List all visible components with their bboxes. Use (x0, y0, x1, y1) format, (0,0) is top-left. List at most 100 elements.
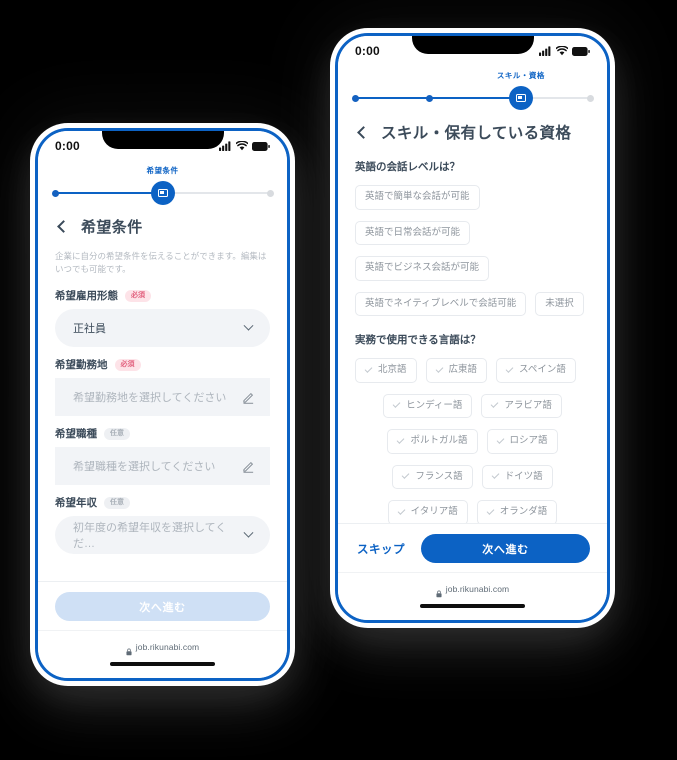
lock-icon (436, 585, 442, 597)
stepper-track-done (355, 97, 521, 99)
check-icon (392, 400, 401, 409)
chip-label: ヒンディー語 (406, 399, 463, 411)
stepper-track (338, 85, 607, 111)
status-bar: 0:00 (338, 36, 607, 66)
desired-salary-select[interactable]: 初年度の希望年収を選択してくだ… (55, 516, 270, 555)
wifi-icon (236, 141, 248, 151)
chip-label: フランス語 (415, 470, 463, 482)
stepper-dot-4[interactable] (586, 94, 594, 102)
chip-row: 英語で日常会話が可能 (338, 212, 607, 248)
status-icons (219, 141, 270, 151)
field-desired-salary: 希望年収 任意 初年度の希望年収を選択してくだ… (38, 485, 287, 555)
check-icon (364, 364, 373, 373)
check-icon (397, 435, 405, 444)
home-indicator-area (38, 662, 287, 678)
chip-option[interactable]: スペイン語 (496, 358, 576, 383)
card-icon (157, 189, 168, 197)
check-icon (491, 471, 500, 480)
stepper-track-done (55, 192, 163, 194)
optional-badge: 任意 (104, 497, 130, 509)
status-bar: 0:00 (38, 131, 287, 161)
chip-row: ヒンディー語 アラビア語 (338, 385, 607, 421)
url-text: job.rikunabi.com (445, 583, 510, 594)
chip-row: 英語でビジネス会話が可能 (338, 247, 607, 283)
chip-option[interactable]: 北京語 (355, 358, 417, 383)
next-button[interactable]: 次へ進む (421, 534, 590, 563)
chip-option[interactable]: ドイツ語 (481, 464, 553, 489)
field-label-row: 希望勤務地 必須 (55, 357, 270, 372)
status-icons (539, 46, 590, 56)
employment-type-select[interactable]: 正社員 (55, 309, 270, 348)
home-indicator-area (338, 604, 607, 620)
chip-option[interactable]: 広東語 (425, 358, 488, 383)
progress-stepper: 希望条件 (38, 161, 287, 210)
chip-option[interactable]: ポルトガル語 (387, 429, 478, 454)
check-icon (397, 506, 406, 515)
chip-option[interactable]: ヒンディー語 (383, 393, 473, 418)
lock-icon (126, 643, 132, 655)
select-placeholder: 初年度の希望年収を選択してくだ… (73, 522, 227, 551)
chip-row: フランス語 ドイツ語 (338, 456, 607, 492)
lead-description: 企業に自分の希望条件を伝えることができます。編集はいつでも可能です。 (55, 251, 267, 275)
field-employment-type: 希望雇用形態 必須 正社員 (38, 278, 287, 348)
stepper-active-step[interactable] (508, 86, 533, 110)
field-job-type: 希望職種 任意 希望職種を選択してください (38, 416, 287, 486)
chip-option[interactable]: フランス語 (392, 464, 473, 489)
chip-label: ドイツ語 (504, 470, 543, 482)
chip-row: ポルトガル語 ロシア語 (338, 420, 607, 456)
stepper-dot-3[interactable] (266, 189, 274, 197)
chip-label: ロシア語 (509, 435, 548, 446)
chip-label: アラビア語 (504, 399, 552, 411)
back-chevron-icon[interactable] (357, 125, 370, 139)
back-chevron-icon[interactable] (57, 220, 70, 233)
field-label: 希望職種 (55, 428, 97, 441)
pencil-icon[interactable] (242, 391, 255, 404)
pencil-icon[interactable] (242, 460, 255, 473)
notch (411, 36, 534, 54)
chip-option[interactable]: 英語で日常会話が可能 (355, 220, 471, 245)
chip-option[interactable]: オランダ語 (476, 500, 558, 523)
stepper-dot-1[interactable] (351, 94, 359, 102)
battery-icon (572, 46, 590, 56)
chevron-down-icon (243, 527, 254, 538)
check-icon (491, 400, 499, 409)
stepper-dot-1[interactable] (51, 189, 59, 197)
chip-option[interactable]: イタリア語 (387, 500, 468, 523)
section-english-level: 英語の会話レベルは？ 英語で簡単な会話が可能 英語で日常会話が可能 英語でビジネ… (338, 147, 607, 318)
browser-url-bar[interactable]: job.rikunabi.com (38, 630, 287, 662)
signal-bars-icon (219, 141, 232, 151)
chip-option[interactable]: 英語でビジネス会話が可能 (355, 256, 490, 281)
screenshot-canvas: 0:00 希望条件 希望条件 企業に自分の希望条件を伝えることができます。編集は… (0, 0, 677, 760)
phone-mockup-left: 0:00 希望条件 希望条件 企業に自分の希望条件を伝えることができます。編集は… (30, 123, 295, 686)
stepper-track (38, 180, 287, 206)
page-title: スキル・保有している資格 (381, 125, 572, 142)
home-indicator[interactable] (110, 662, 215, 666)
status-time: 0:00 (55, 139, 80, 153)
field-label-row: 希望職種 任意 (55, 426, 270, 441)
question-title: 実務で使用できる言語は？ (355, 334, 481, 346)
status-time: 0:00 (355, 44, 380, 58)
chip-option[interactable]: アラビア語 (481, 393, 562, 418)
check-icon (496, 435, 504, 444)
chip-label: 北京語 (378, 364, 407, 375)
home-indicator[interactable] (420, 604, 525, 608)
field-label-row: 希望雇用形態 必須 (55, 288, 270, 303)
skip-button[interactable]: スキップ (355, 541, 407, 557)
input-placeholder: 希望勤務地を選択してください (73, 392, 227, 405)
chip-row: 北京語 広東語 スペイン語 (338, 349, 607, 385)
optional-badge: 任意 (104, 428, 130, 440)
browser-url-bar[interactable]: job.rikunabi.com (338, 572, 607, 604)
stepper-active-step[interactable] (150, 181, 175, 205)
chip-option[interactable]: 英語で簡単な会話が可能 (355, 185, 480, 210)
stepper-dot-2[interactable] (425, 94, 433, 102)
chip-option-unselected[interactable]: 未選択 (535, 291, 584, 316)
chip-option[interactable]: ロシア語 (486, 429, 558, 454)
page-header: 希望条件 (38, 210, 287, 241)
work-location-input[interactable]: 希望勤務地を選択してください (55, 378, 270, 417)
next-button[interactable]: 次へ進む (55, 592, 270, 621)
chip-label: ポルトガル語 (410, 435, 468, 446)
job-type-input[interactable]: 希望職種を選択してください (55, 447, 270, 486)
chip-option[interactable]: 英語でネイティブレベルで会話可能 (355, 291, 527, 316)
progress-stepper: スキル・資格 (338, 66, 607, 115)
select-value: 正社員 (73, 323, 106, 336)
